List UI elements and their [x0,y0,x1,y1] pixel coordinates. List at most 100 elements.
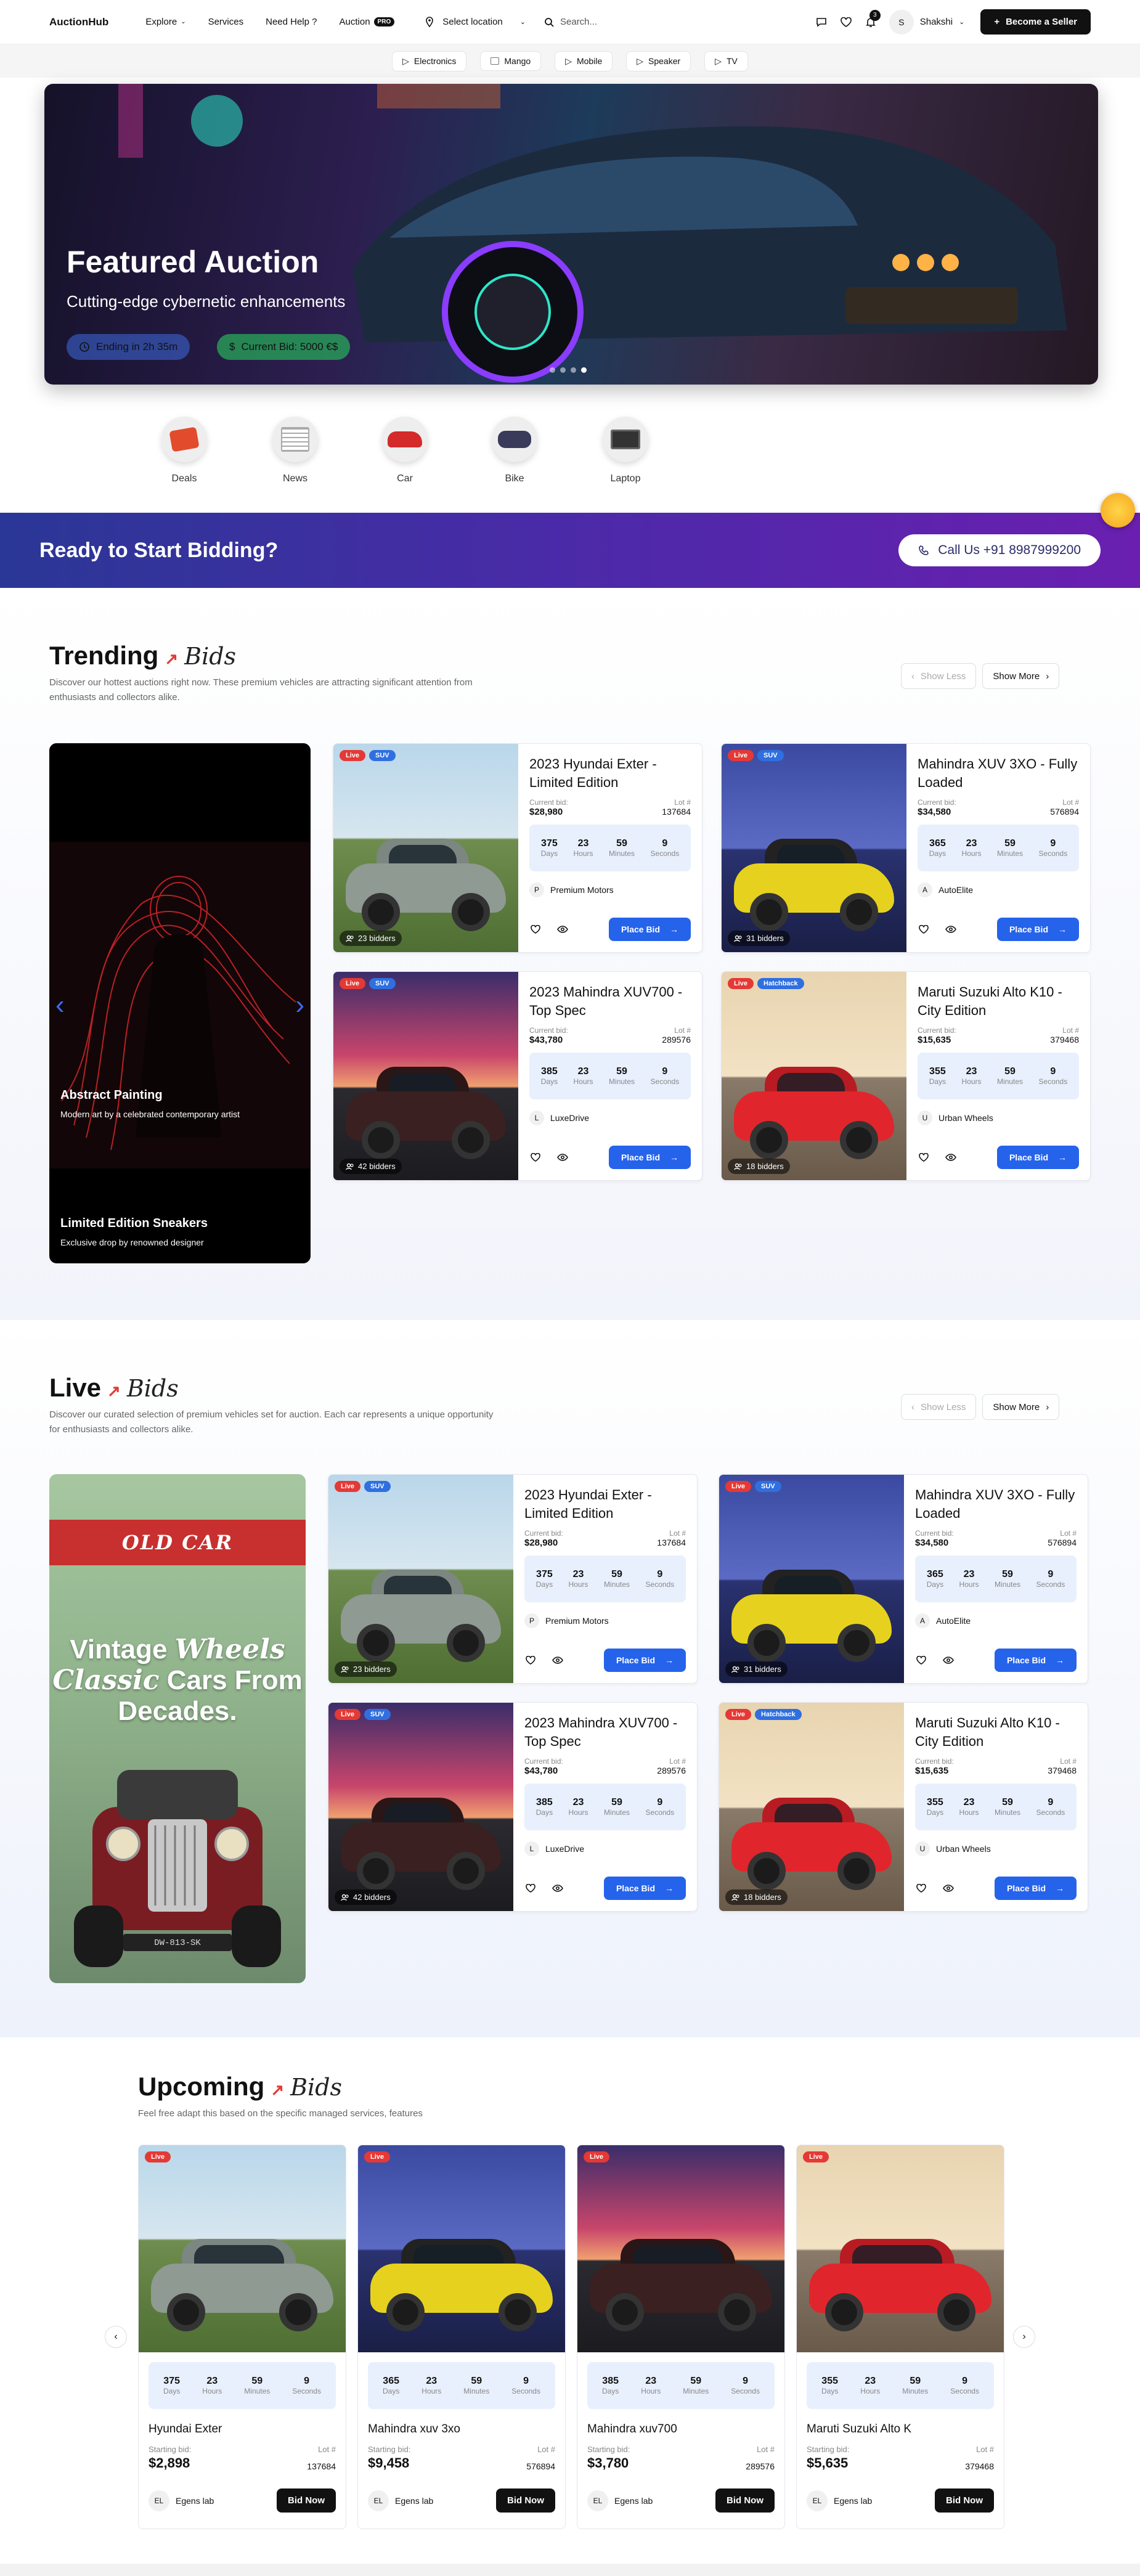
upcoming-card[interactable]: Live 365 Days 23 Hours 59 Minutes 9 Seconds Mah… [357,2145,566,2529]
chip-mobile[interactable]: ▷ Mobile [555,51,613,71]
card-title[interactable]: 2023 Mahindra XUV700 - Top Spec [529,983,691,1020]
place-bid-button[interactable]: Place Bid → [994,1649,1077,1672]
seller-name[interactable]: AutoElite [936,1616,971,1626]
carousel-dot[interactable] [581,367,587,373]
chip-electronics[interactable]: ▷ Electronics [392,51,467,71]
heart-icon[interactable] [915,1882,927,1894]
seller-name[interactable]: Premium Motors [545,1616,609,1626]
card-title[interactable]: Maruti Suzuki Alto K10 - City Edition [918,983,1079,1020]
eye-icon[interactable] [556,923,569,935]
auction-card-image[interactable]: Live SUV 23 bidders [328,1475,513,1683]
search-input[interactable]: Search... [544,17,710,27]
heart-icon[interactable] [529,923,542,935]
auction-card-image[interactable]: Live Hatchback 18 bidders [722,972,906,1180]
seller-name[interactable]: Egens lab [395,2496,433,2506]
user-menu[interactable]: S Shakshi ⌄ [889,9,964,35]
logo[interactable]: AuctionHub [49,16,108,28]
place-bid-button[interactable]: Place Bid → [994,1877,1077,1900]
card-title[interactable]: Mahindra XUV 3XO - Fully Loaded [918,755,1079,792]
seller-name[interactable]: AutoElite [938,885,973,895]
eye-icon[interactable] [556,1151,569,1164]
seller-name[interactable]: LuxeDrive [550,1113,589,1123]
chat-button[interactable] [809,10,834,35]
place-bid-button[interactable]: Place Bid → [608,918,691,941]
become-seller-button[interactable]: + Become a Seller [980,9,1091,35]
show-less-button[interactable]: ‹ Show Less [901,1394,977,1420]
slider-next-arrow-icon[interactable]: › [295,990,304,1021]
eye-icon[interactable] [945,923,957,935]
featured-auction-hero[interactable]: Featured Auction Cutting-edge cybernetic… [44,84,1098,385]
bid-now-button[interactable]: Bid Now [935,2488,994,2513]
show-more-button[interactable]: Show More › [982,663,1060,689]
bid-now-button[interactable]: Bid Now [496,2488,555,2513]
nav-auction[interactable]: Auction PRO [340,17,395,27]
eye-icon[interactable] [945,1151,957,1164]
place-bid-button[interactable]: Place Bid → [603,1877,686,1900]
eye-icon[interactable] [552,1654,564,1666]
seller-name[interactable]: Urban Wheels [938,1113,993,1123]
slider-prev-arrow-icon[interactable]: ‹ [55,990,65,1021]
trending-slider[interactable]: Abstract Painting Modern art by a celebr… [49,743,311,1263]
seller-name[interactable]: Egens lab [834,2496,872,2506]
place-bid-button[interactable]: Place Bid → [603,1649,686,1672]
floating-sticker-icon[interactable] [1101,493,1135,528]
location-selector[interactable]: Select location ⌄ [425,16,526,28]
wishlist-button[interactable] [834,10,858,35]
category-car[interactable]: Car [371,417,439,484]
seller-name[interactable]: Egens lab [176,2496,214,2506]
auction-card-image[interactable]: Live SUV 31 bidders [722,744,906,952]
chip-tv[interactable]: ▷ TV [704,51,748,71]
old-car-poster[interactable]: OLD CAR Vintage Wheels Classic Cars From… [49,1474,306,1983]
auction-card-image[interactable]: Live SUV 42 bidders [333,972,518,1180]
card-title[interactable]: Maruti Suzuki Alto K [807,2423,994,2436]
card-title[interactable]: Mahindra xuv700 [587,2423,775,2436]
category-news[interactable]: News [261,417,329,484]
auction-card[interactable]: Live SUV 42 bidders 2023 Mahindra XUV700… [333,971,702,1181]
upcoming-card[interactable]: Live 355 Days 23 Hours 59 Minutes 9 Seconds Mar… [796,2145,1004,2529]
upcoming-card[interactable]: Live 375 Days 23 Hours 59 Minutes 9 Seconds Hyu… [138,2145,346,2529]
place-bid-button[interactable]: Place Bid → [996,1146,1079,1169]
chip-speaker[interactable]: ▷ Speaker [626,51,691,71]
eye-icon[interactable] [942,1882,955,1894]
bid-now-button[interactable]: Bid Now [277,2488,336,2513]
seller-name[interactable]: Urban Wheels [936,1844,991,1854]
upcoming-card-image[interactable]: Live [358,2145,565,2352]
nav-services[interactable]: Services [208,17,244,27]
auction-card-image[interactable]: Live SUV 31 bidders [719,1475,904,1683]
card-title[interactable]: 2023 Hyundai Exter - Limited Edition [529,755,691,792]
card-title[interactable]: Mahindra XUV 3XO - Fully Loaded [915,1486,1077,1523]
call-us-button[interactable]: Call Us +91 8987999200 [898,534,1101,566]
auction-card[interactable]: Live SUV 31 bidders Mahindra XUV 3XO - F… [721,743,1091,953]
auction-card[interactable]: Live SUV 42 bidders 2023 Mahindra XUV700… [328,1702,698,1912]
heart-icon[interactable] [915,1654,927,1666]
carousel-dot[interactable] [560,367,566,373]
eye-icon[interactable] [552,1882,564,1894]
seller-name[interactable]: Egens lab [614,2496,653,2506]
upcoming-prev-button[interactable]: ‹ [105,2326,127,2348]
card-title[interactable]: Mahindra xuv 3xo [368,2423,555,2436]
nav-explore[interactable]: Explore ⌄ [145,17,185,27]
auction-card-image[interactable]: Live SUV 42 bidders [328,1703,513,1911]
heart-icon[interactable] [524,1654,537,1666]
auction-card[interactable]: Live SUV 23 bidders 2023 Hyundai Exter -… [328,1474,698,1684]
auction-card[interactable]: Live Hatchback 18 bidders Maruti Suzuki … [719,1702,1088,1912]
carousel-dot[interactable] [571,367,576,373]
nav-help[interactable]: Need Help ? [266,17,317,27]
seller-name[interactable]: Premium Motors [550,885,614,895]
auction-card-image[interactable]: Live Hatchback 18 bidders [719,1703,904,1911]
notification-button[interactable]: 3 [858,9,883,35]
heart-icon[interactable] [529,1151,542,1164]
auction-card[interactable]: Live Hatchback 18 bidders Maruti Suzuki … [721,971,1091,1181]
show-less-button[interactable]: ‹ Show Less [901,663,977,689]
card-title[interactable]: Hyundai Exter [149,2423,336,2436]
category-laptop[interactable]: Laptop [592,417,659,484]
place-bid-button[interactable]: Place Bid → [608,1146,691,1169]
eye-icon[interactable] [942,1654,955,1666]
card-title[interactable]: 2023 Hyundai Exter - Limited Edition [524,1486,686,1523]
auction-card[interactable]: Live SUV 31 bidders Mahindra XUV 3XO - F… [719,1474,1088,1684]
category-deals[interactable]: Deals [150,417,218,484]
card-title[interactable]: Maruti Suzuki Alto K10 - City Edition [915,1714,1077,1751]
heart-icon[interactable] [524,1882,537,1894]
card-title[interactable]: 2023 Mahindra XUV700 - Top Spec [524,1714,686,1751]
auction-card[interactable]: Live SUV 23 bidders 2023 Hyundai Exter -… [333,743,702,953]
